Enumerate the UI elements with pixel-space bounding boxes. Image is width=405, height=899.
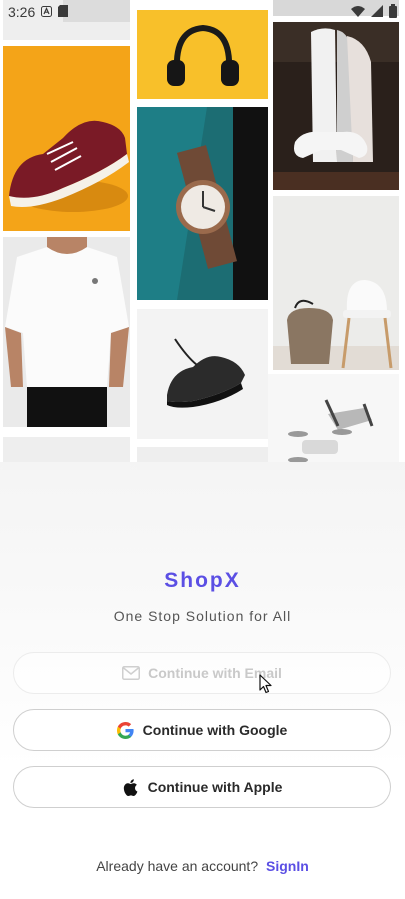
sneaker-image	[3, 46, 130, 231]
signal-icon	[371, 4, 383, 20]
console-image	[273, 22, 399, 190]
signin-link[interactable]: SignIn	[266, 858, 309, 874]
google-icon	[117, 721, 135, 739]
battery-icon	[389, 3, 397, 21]
auth-panel: ShopX One Stop Solution for All Continue…	[0, 462, 405, 899]
watch-image	[137, 107, 268, 300]
signin-row: Already have an account? SignIn	[0, 858, 405, 874]
status-bar: 3:26	[0, 0, 405, 24]
continue-google-button[interactable]: Continue with Google	[13, 709, 391, 751]
tshirt-image	[3, 237, 130, 427]
product-gallery	[0, 0, 405, 470]
chair-image	[273, 196, 399, 370]
continue-google-label: Continue with Google	[142, 722, 288, 738]
continue-email-button[interactable]: Continue with Email	[13, 652, 391, 694]
drone-image	[268, 374, 399, 470]
wifi-icon	[351, 4, 365, 20]
status-time: 3:26	[8, 4, 36, 20]
brand-name: ShopX	[164, 569, 241, 592]
sim-card-icon	[58, 4, 69, 20]
black-sneaker-image	[137, 309, 268, 439]
mail-icon	[122, 664, 141, 682]
a-icon	[41, 4, 53, 20]
mouse-cursor-icon	[259, 674, 273, 694]
signin-prompt: Already have an account?	[96, 858, 259, 874]
brand-tagline: One Stop Solution for All	[113, 608, 292, 624]
apple-icon	[122, 778, 140, 796]
continue-apple-label: Continue with Apple	[147, 779, 283, 795]
continue-apple-button[interactable]: Continue with Apple	[13, 766, 391, 808]
